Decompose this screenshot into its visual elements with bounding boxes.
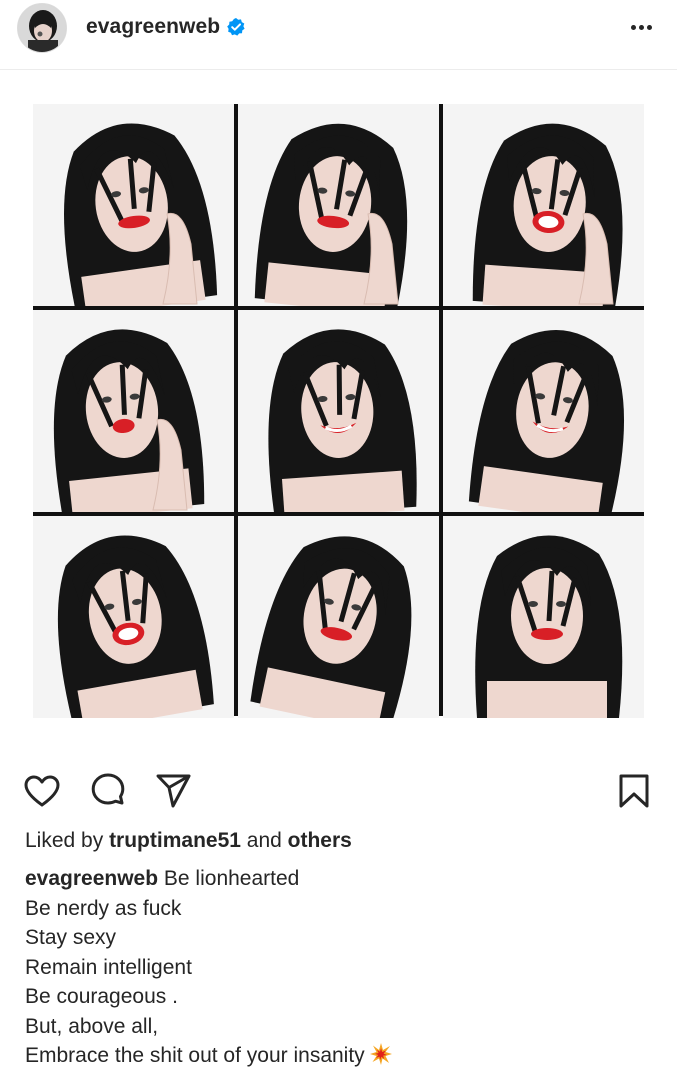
caption-last-text: Embrace the shit out of your insanity <box>25 1044 365 1067</box>
more-options-icon[interactable] <box>624 12 658 42</box>
photo-tile <box>33 310 234 512</box>
action-bar <box>0 765 677 817</box>
photo-tile <box>238 104 439 306</box>
post-header: evagreenweb <box>0 0 677 70</box>
photo-tile <box>238 516 439 718</box>
photo-tile <box>443 516 644 718</box>
like-heart-icon[interactable] <box>20 769 64 813</box>
username[interactable]: evagreenweb <box>86 15 220 39</box>
share-icon[interactable] <box>152 769 196 813</box>
caption-line: Be courageous . <box>25 985 178 1008</box>
collision-emoji-icon <box>369 1042 393 1066</box>
post-caption: evagreenweb Be lionhearted Be nerdy as f… <box>25 864 665 1071</box>
caption-username[interactable]: evagreenweb <box>25 867 158 890</box>
caption-line: Stay sexy <box>25 926 117 949</box>
likes-middle: and <box>240 829 288 852</box>
post-image[interactable] <box>33 104 644 718</box>
photo-tile <box>33 104 234 306</box>
caption-line: But, above all, <box>25 1014 159 1038</box>
likes-others[interactable]: others <box>288 829 352 852</box>
caption-line-last: Embrace the shit out of your insanity <box>25 1041 665 1071</box>
liked-by-user[interactable]: truptimane51 <box>109 829 241 852</box>
comment-icon[interactable] <box>86 769 130 813</box>
bookmark-icon[interactable] <box>612 769 656 813</box>
verified-badge-icon <box>226 17 246 37</box>
likes-summary: Liked by truptimane51 and others <box>25 826 352 856</box>
caption-line: evagreenweb Be lionhearted <box>25 864 665 894</box>
caption-first-line: Be lionhearted <box>158 867 300 890</box>
photo-tile <box>443 310 644 512</box>
photo-tile <box>238 310 439 512</box>
photo-tile <box>443 104 644 306</box>
avatar[interactable] <box>17 3 67 53</box>
photo-tile <box>33 516 234 718</box>
caption-line: Be nerdy as fuck <box>25 896 182 920</box>
likes-prefix: Liked by <box>25 829 110 852</box>
caption-line: Remain intelligent <box>25 955 192 979</box>
